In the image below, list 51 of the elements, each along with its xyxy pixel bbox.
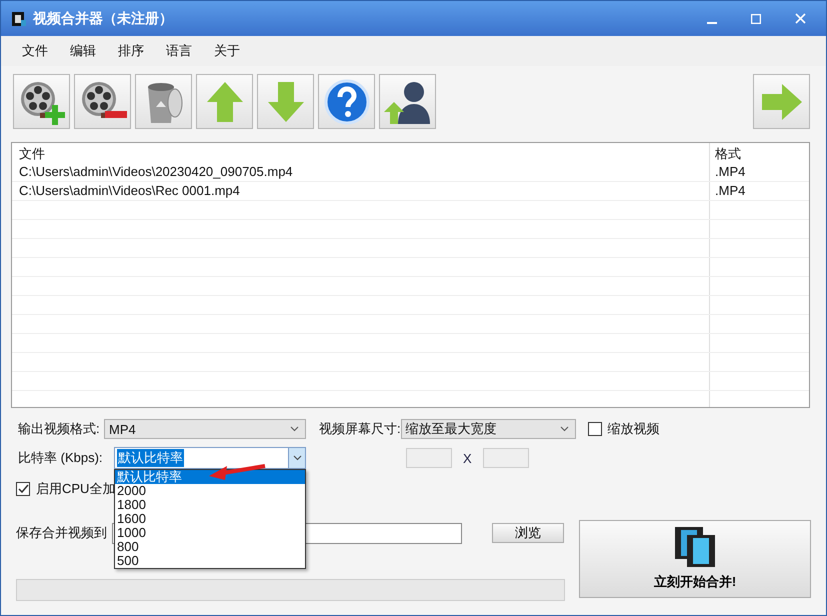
toolbar-button[interactable] — [135, 74, 192, 129]
field-label: 保存合并视频到 — [16, 524, 108, 542]
film-icon — [11, 10, 27, 26]
close-icon[interactable] — [795, 13, 806, 24]
menu-item[interactable]: 编辑 — [59, 42, 107, 60]
table-cell: C:\Users\admin\Videos\20230420_090705.mp4 — [12, 163, 710, 181]
checkbox-label: 启用CPU全加 — [36, 480, 116, 498]
film-strips-icon — [673, 527, 717, 567]
help-icon — [324, 78, 370, 124]
field-label: 视频屏幕尺寸: — [319, 420, 401, 438]
dropdown-option[interactable]: 1000 — [115, 526, 305, 540]
toolbar-button[interactable] — [74, 74, 131, 129]
table-cell-text: .MP4 — [714, 182, 746, 200]
chevron-icon — [292, 455, 302, 461]
bitrate-combobox[interactable]: 默认比特率 — [114, 447, 306, 469]
menu-item[interactable]: 语言 — [155, 42, 203, 60]
checkbox[interactable] — [16, 482, 30, 496]
height-field[interactable] — [482, 448, 529, 468]
dropdown-option[interactable]: 500 — [115, 554, 305, 568]
dropdown-option[interactable]: 1800 — [115, 498, 305, 512]
menu-item[interactable]: 关于 — [203, 42, 251, 60]
size-separator: X — [463, 450, 472, 466]
window-title: 视频合并器（未注册） — [33, 10, 173, 28]
checkbox-label: 缩放视频 — [608, 420, 660, 438]
checkbox[interactable] — [588, 422, 602, 436]
start-merge-button[interactable]: 立刻开始合并! — [579, 520, 811, 598]
maximize-icon[interactable] — [751, 14, 761, 24]
browse-button[interactable]: 浏览 — [492, 523, 564, 543]
table-cell: C:\Users\admin\Videos\Rec 0001.mp4 — [12, 182, 710, 200]
table-cell-text: .MP4 — [714, 163, 746, 181]
size-dropdown[interactable]: 缩放至最大宽度 — [400, 419, 576, 439]
menu-item[interactable]: 文件 — [11, 42, 59, 60]
dropdown-option[interactable]: 默认比特率 — [115, 470, 305, 484]
field-label: 比特率 (Kbps): — [18, 449, 104, 467]
chevron-icon — [560, 426, 569, 432]
right-arrow-icon — [760, 82, 804, 122]
format-dropdown[interactable]: MP4 — [104, 419, 306, 439]
field-label: 输出视频格式: — [18, 420, 101, 438]
width-field[interactable] — [406, 448, 452, 468]
down-arrow-icon — [266, 80, 306, 124]
menu-item[interactable]: 排序 — [107, 42, 155, 60]
annotation-arrow — [207, 464, 267, 482]
chevron-icon — [290, 426, 299, 432]
column-header[interactable]: 文件 — [12, 143, 710, 163]
toolbar-button[interactable] — [13, 74, 70, 129]
toolbar-button[interactable] — [379, 74, 436, 129]
dropdown-option[interactable]: 2000 — [115, 484, 305, 498]
column-header[interactable]: 格式 — [710, 143, 741, 163]
dropdown-option[interactable]: 1600 — [115, 512, 305, 526]
up-arrow-icon — [204, 80, 244, 124]
dropdown-option[interactable]: 800 — [115, 540, 305, 554]
